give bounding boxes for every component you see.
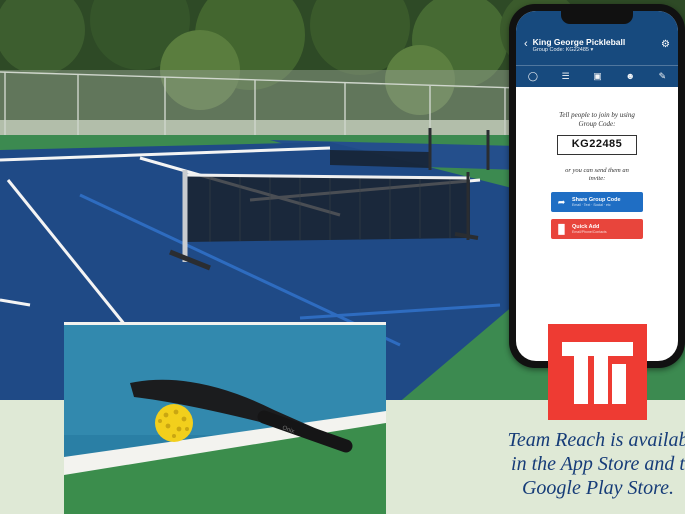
edit-icon[interactable]: ✎ xyxy=(659,72,667,81)
caption-line-3: Google Play Store. xyxy=(521,477,674,499)
share-icon: ➦ xyxy=(557,196,566,207)
invite-panel: Tell people to join by using Group Code:… xyxy=(516,87,678,239)
group-name: King George Pickleball xyxy=(532,37,626,47)
phone-notch xyxy=(561,11,633,24)
chat-icon[interactable]: ◯ xyxy=(528,72,538,81)
list-icon[interactable]: ☰ xyxy=(562,72,570,81)
caption-line-1: Team Reach is availab xyxy=(507,429,685,451)
phone-mockup: ‹ King George Pickleball Group Code: KG2… xyxy=(509,4,685,368)
team-reach-mini-icon: █ xyxy=(558,224,565,234)
group-code-display: KG22485 xyxy=(557,135,637,155)
paddle-photo: Onix xyxy=(64,322,386,514)
back-icon[interactable]: ‹ xyxy=(524,39,528,50)
availability-caption: Team Reach is availab in the App Store a… xyxy=(478,428,685,500)
invite-prompt: or you can send them an invite: xyxy=(565,167,629,182)
team-reach-logo xyxy=(548,324,647,420)
quick-add-sublabel: Email/Phone/Contacts xyxy=(572,229,607,234)
share-group-code-button[interactable]: ➦ Share Group Code Email · Text · Social… xyxy=(551,192,643,212)
quick-add-button[interactable]: █ Quick Add Email/Phone/Contacts xyxy=(551,219,643,239)
caption-line-2: in the App Store and t xyxy=(511,453,685,475)
group-code-selector[interactable]: Group Code: KG22485 ▾ xyxy=(533,47,626,54)
members-icon[interactable]: ☻ xyxy=(625,72,634,81)
photo-icon[interactable]: ▣ xyxy=(593,72,602,81)
app-screen: ‹ King George Pickleball Group Code: KG2… xyxy=(516,11,678,361)
tab-bar: ◯ ☰ ▣ ☻ ✎ xyxy=(516,65,678,87)
join-prompt: Tell people to join by using Group Code: xyxy=(559,111,635,128)
share-button-sublabel: Email · Text · Social · etc xyxy=(572,202,611,207)
settings-icon[interactable]: ⚙ xyxy=(661,39,670,50)
